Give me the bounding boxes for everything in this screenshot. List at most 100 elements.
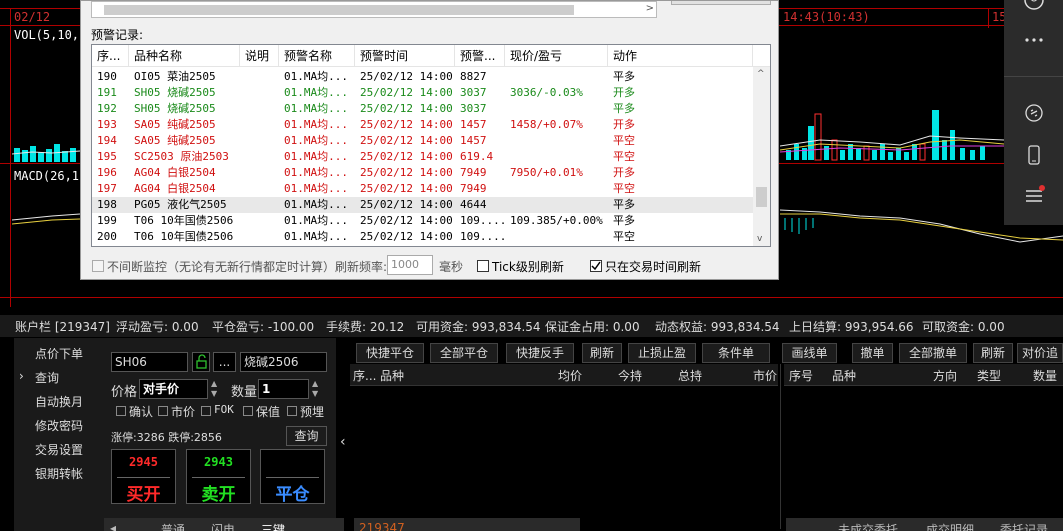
menu-item-bank-transfer[interactable]: 银期转帐 [35, 465, 83, 482]
table-row[interactable]: 194 SA05 纯碱2505 01.MA均... 25/02/12 14:00 145… [92, 133, 753, 149]
alert-records-dialog: > 预警记录: 序... 品种名称 说明 预警名称 预警时间 预警... 现价/… [80, 0, 779, 280]
hedge-checkbox[interactable] [243, 406, 253, 416]
tab-three-key[interactable]: 三键 [261, 521, 285, 531]
dialog-button-edge[interactable] [671, 1, 771, 5]
tab-lightning[interactable]: 闪电 [211, 521, 235, 531]
table-row[interactable]: 199 T06 10年国债2506 01.MA均... 25/02/12 14:00 1… [92, 213, 753, 229]
chevron-right-icon[interactable]: › [19, 369, 24, 383]
refresh-orders-button[interactable]: 刷新 [973, 343, 1013, 363]
column-header[interactable]: 均价 [558, 367, 582, 384]
tab-unfilled-orders[interactable]: 未成交委托 [838, 521, 898, 531]
menu-item-query[interactable]: 查询 [35, 369, 59, 386]
quantity-input[interactable]: 1 [258, 379, 309, 399]
refresh-interval-input[interactable]: 1000 [387, 255, 433, 275]
table-row[interactable]: 198 PG05 液化气2505 01.MA均... 25/02/12 14:00 46… [92, 197, 753, 213]
table-row[interactable]: 192 SH05 烧碱2505 01.MA均... 25/02/12 14:00 303… [92, 101, 753, 117]
sell-open-button[interactable]: 2943 卖开 [186, 449, 251, 505]
phone-icon[interactable] [1022, 143, 1046, 167]
cancel-all-button[interactable]: 全部撤单 [899, 343, 967, 363]
column-header[interactable]: 方向 [933, 367, 957, 384]
column-header[interactable]: 动作 [608, 45, 753, 67]
column-header[interactable]: 品种名称 [129, 45, 240, 67]
tab-account[interactable]: 219347 [359, 521, 405, 531]
table-row[interactable]: 191 SH05 烧碱2505 01.MA均... 25/02/12 14:00 303… [92, 85, 753, 101]
tick-refresh-checkbox[interactable] [477, 260, 489, 272]
table-row[interactable]: 190 OI05 菜油2505 01.MA均... 25/02/12 14:00 882… [92, 69, 753, 85]
toolbar-divider [1004, 76, 1063, 77]
table-row[interactable]: 196 AG04 白银2504 01.MA均... 25/02/12 14:00 794… [92, 165, 753, 181]
menu-item-trade-settings[interactable]: 交易设置 [35, 441, 83, 458]
table-row[interactable]: 195 SC2503 原油2503 01.MA均... 25/02/12 14:00 6… [92, 149, 753, 165]
more-contract-button[interactable]: ... [213, 352, 236, 372]
menu-item-auto-rollover[interactable]: 自动换月 [35, 393, 83, 410]
column-header[interactable]: 现价/盈亏 [505, 45, 608, 67]
query-button[interactable]: 查询 [286, 426, 327, 446]
market-price-checkbox[interactable] [158, 406, 168, 416]
column-header[interactable]: 序... [353, 367, 376, 384]
row-description [240, 85, 279, 101]
column-header[interactable]: 序... [92, 45, 129, 67]
column-header[interactable]: 预警名称 [279, 45, 355, 67]
close-all-button[interactable]: 全部平仓 [430, 343, 498, 363]
table-row[interactable]: 200 T06 10年国债2506 01.MA均... 25/02/12 14:00 1… [92, 229, 753, 245]
fok-checkbox[interactable] [201, 406, 211, 416]
column-header[interactable]: 市价 [753, 367, 777, 384]
scroll-down-icon[interactable]: v [757, 234, 762, 244]
more-icon[interactable] [1022, 28, 1046, 52]
row-alert-name: 01.MA均... [284, 198, 348, 211]
tab-normal[interactable]: 普通 [161, 521, 185, 531]
price-label: 价格 [111, 385, 138, 400]
column-header[interactable]: 预警... [455, 45, 505, 67]
row-description [240, 197, 279, 213]
column-header[interactable]: 品种 [380, 367, 404, 384]
lock-icon[interactable] [192, 352, 210, 372]
line-order-button[interactable]: 画线单 [782, 343, 837, 363]
table-row[interactable]: 197 AG04 白银2504 01.MA均... 25/02/12 14:00 794… [92, 181, 753, 197]
column-header[interactable]: 品种 [832, 367, 856, 384]
confirm-checkbox[interactable] [116, 406, 126, 416]
stop-loss-profit-button[interactable]: 止损止盈 [628, 343, 696, 363]
tab-trade-details[interactable]: 成交明细 [926, 521, 974, 531]
column-header[interactable]: 序号 [789, 367, 813, 384]
table-row[interactable]: 193 SA05 纯碱2505 01.MA均... 25/02/12 14:00 145… [92, 117, 753, 133]
vertical-scrollbar[interactable]: ^ v [753, 67, 770, 246]
scrollbar-thumb[interactable] [756, 187, 767, 207]
scrollbar-thumb[interactable] [104, 5, 574, 15]
link-icon[interactable] [1022, 101, 1046, 125]
scroll-right-icon[interactable]: > [646, 3, 654, 14]
trading-hours-checkbox[interactable] [590, 260, 602, 272]
column-header[interactable]: 预警时间 [355, 45, 455, 67]
row-symbol-name: SC2503 原油2503 [134, 150, 229, 163]
preset-checkbox[interactable] [287, 406, 297, 416]
collapse-panel-icon[interactable]: ‹ [340, 434, 346, 450]
menu-item-change-password[interactable]: 修改密码 [35, 417, 83, 434]
conditional-order-button[interactable]: 条件单 [702, 343, 770, 363]
column-header[interactable]: 总持 [678, 367, 702, 384]
chase-price-button[interactable]: 对价追 [1017, 343, 1063, 363]
price-spinner-icon[interactable]: ▲ ▼ [211, 379, 217, 399]
buy-open-button[interactable]: 2945 买开 [111, 449, 176, 505]
column-header[interactable]: 今持 [618, 367, 642, 384]
menu-icon[interactable] [1022, 184, 1046, 208]
refresh-positions-button[interactable]: 刷新 [582, 343, 622, 363]
user-circle-icon[interactable] [1022, 0, 1046, 18]
column-header[interactable]: 说明 [240, 45, 279, 67]
quick-close-button[interactable]: 快捷平仓 [356, 343, 424, 363]
tab-prev-icon[interactable]: ◂ [110, 521, 116, 531]
row-action: 平空 [613, 134, 635, 147]
contract-code-input[interactable]: SH06 [111, 352, 188, 372]
column-header[interactable]: 类型 [977, 367, 1001, 384]
close-position-button[interactable]: 平仓 [260, 449, 325, 505]
quantity-spinner-icon[interactable]: ▲ ▼ [312, 379, 318, 399]
price-input[interactable]: 对手价 [139, 379, 208, 399]
tab-order-records[interactable]: 委托记录 [1000, 521, 1048, 531]
scroll-up-icon[interactable]: ^ [757, 69, 765, 79]
quick-reverse-button[interactable]: 快捷反手 [506, 343, 574, 363]
column-header[interactable]: 数量 [1033, 367, 1057, 384]
row-symbol-name: PG05 液化气2505 [134, 198, 227, 211]
menu-item-click-order[interactable]: 点价下单 [35, 345, 83, 362]
horizontal-scrollbar[interactable]: > [91, 1, 657, 18]
continuous-monitor-checkbox[interactable] [92, 260, 104, 272]
row-symbol-name: SA05 纯碱2505 [134, 118, 216, 131]
cancel-order-button[interactable]: 撤单 [852, 343, 893, 363]
